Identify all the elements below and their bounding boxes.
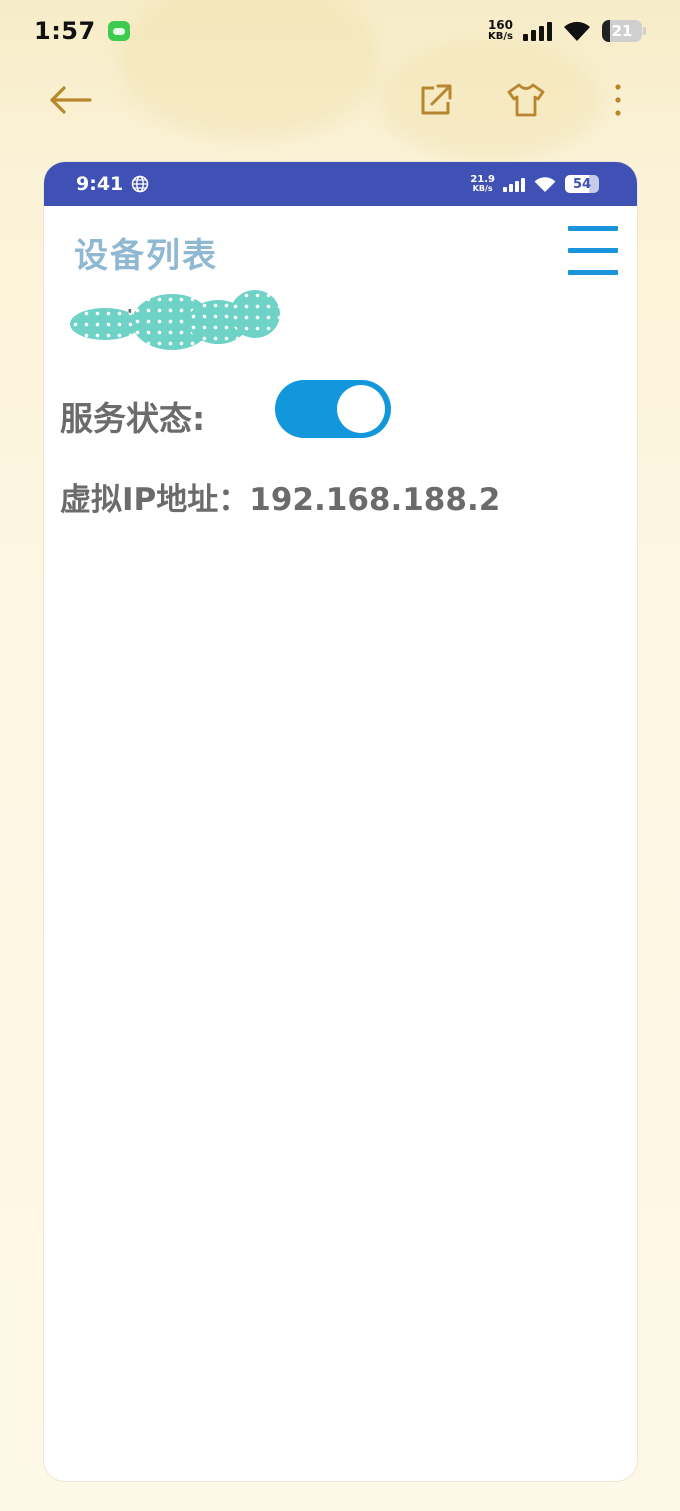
menu-line-icon	[568, 248, 618, 253]
service-status-label: 服务状态:	[60, 399, 206, 438]
network-speed: 160 KB/s	[487, 18, 513, 42]
app-battery-icon: 54	[565, 175, 599, 193]
app-wifi-icon	[534, 176, 556, 192]
redaction-mark	[230, 290, 280, 338]
redaction-mark	[70, 308, 140, 340]
status-time: 1:57	[34, 17, 96, 45]
service-status-toggle[interactable]	[275, 380, 391, 438]
app-status-time: 9:41	[76, 173, 124, 195]
share-button[interactable]	[408, 72, 464, 128]
cellular-signal-icon	[523, 21, 552, 41]
device-name-redacted: b	[70, 290, 280, 352]
more-options-button[interactable]	[590, 72, 646, 128]
app-network-speed-value: 21.9	[470, 174, 495, 185]
share-external-icon	[421, 84, 452, 115]
app-header: 设备列表	[44, 206, 637, 286]
back-arrow-icon	[50, 86, 92, 114]
network-speed-unit: KB/s	[487, 31, 513, 42]
theme-skin-button[interactable]	[498, 72, 554, 128]
app-cellular-signal-icon	[503, 177, 525, 192]
battery-cap	[643, 27, 646, 35]
app-network-speed: 21.9 KB/s	[470, 174, 495, 194]
system-status-bar: 1:57 160 KB/s 21	[0, 0, 680, 62]
network-speed-value: 160	[487, 18, 513, 32]
virtual-ip-label: 虚拟IP地址：	[60, 482, 250, 518]
tshirt-skin-icon	[507, 83, 545, 117]
menu-line-icon	[568, 226, 618, 231]
virtual-ip-row: 虚拟IP地址：192.168.188.2	[60, 474, 500, 519]
back-button[interactable]	[42, 72, 98, 128]
app-network-speed-unit: KB/s	[472, 184, 493, 193]
toggle-knob	[337, 385, 385, 433]
app-battery-level: 54	[572, 176, 592, 192]
hamburger-menu-button[interactable]	[566, 222, 622, 278]
virtual-ip-value: 192.168.188.2	[249, 482, 501, 518]
viewer-toolbar	[0, 72, 680, 128]
more-vert-icon	[615, 84, 621, 116]
battery-level: 21	[611, 22, 633, 40]
app-screenshot-card: 9:41 21.9 KB/s 54 设备列表 服务状态: 虚拟IP地址：192.…	[43, 161, 638, 1482]
page-title: 设备列表	[74, 236, 218, 276]
message-notification-icon	[107, 21, 130, 41]
battery-icon: 21	[602, 20, 642, 42]
globe-icon	[131, 175, 149, 193]
app-status-bar: 9:41 21.9 KB/s 54	[44, 162, 637, 206]
menu-line-icon	[568, 270, 618, 275]
wifi-icon	[564, 21, 590, 41]
